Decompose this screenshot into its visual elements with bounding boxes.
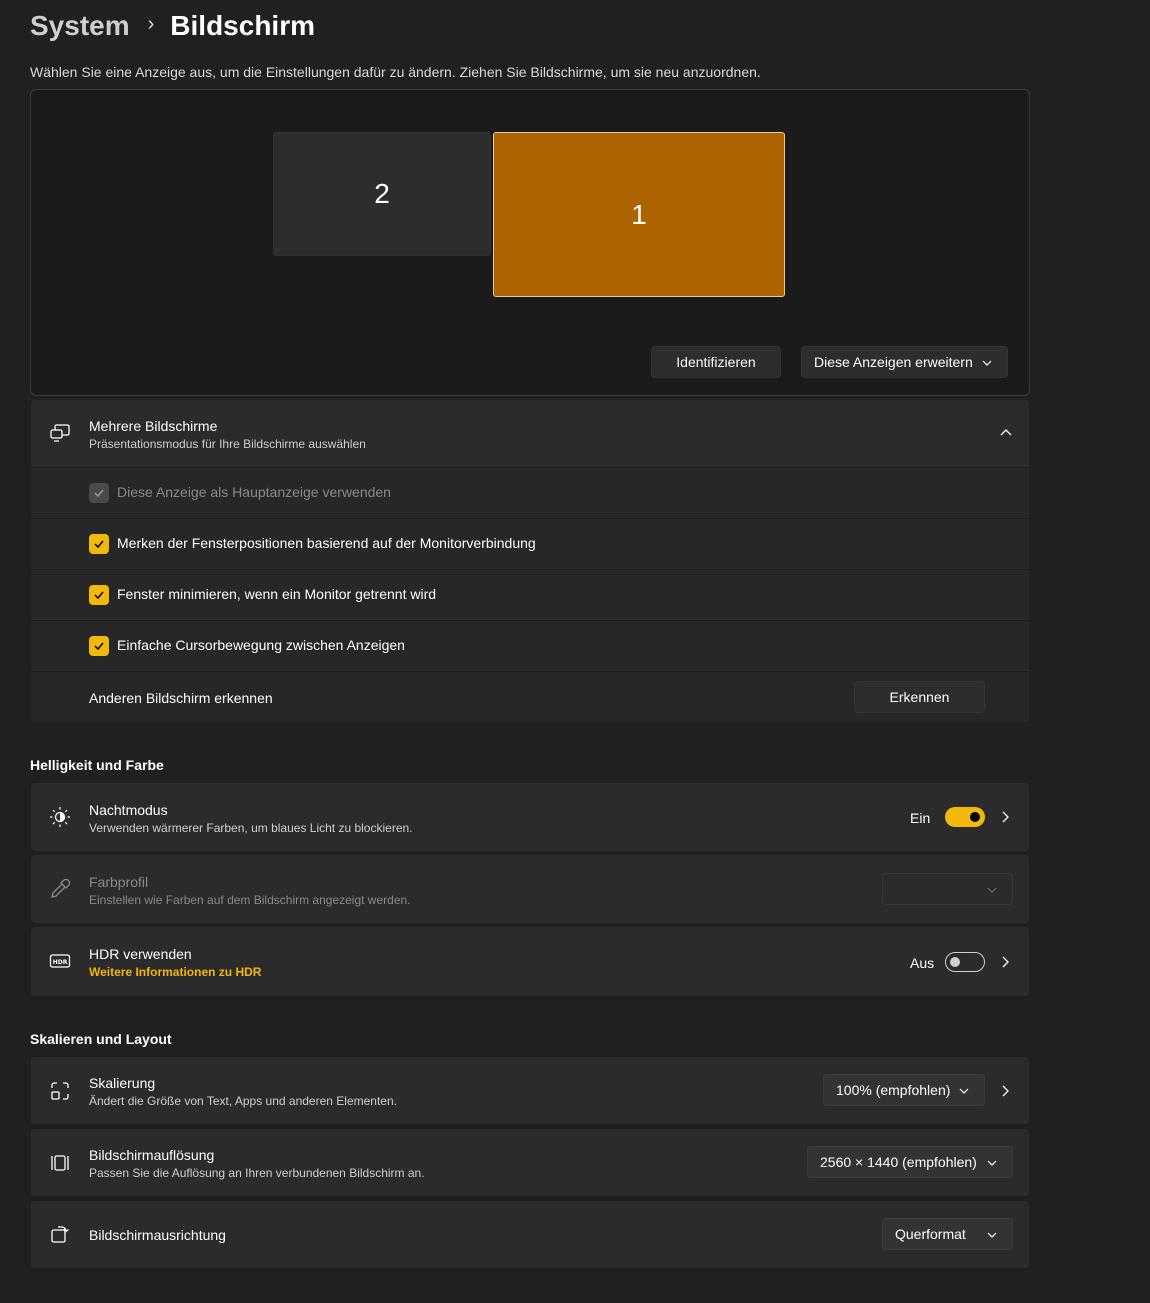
option-cursor-movement: Einfache Cursorbewegung zwischen Anzeige…	[31, 620, 1029, 670]
chevron-down-icon	[959, 1088, 969, 1094]
scaling-icon	[49, 1080, 71, 1102]
orientation-card: Bildschirmausrichtung Querformat	[31, 1201, 1029, 1268]
hdr-card[interactable]: HDR HDR verwenden Weitere Informationen …	[31, 927, 1029, 996]
detect-display-label: Anderen Bildschirm erkennen	[89, 690, 273, 706]
hdr-icon: HDR	[49, 950, 71, 972]
option-remember-window-positions: Merken der Fensterpositionen basierend a…	[31, 518, 1029, 568]
scaling-dropdown[interactable]: 100% (empfohlen)	[823, 1074, 985, 1106]
resolution-icon	[49, 1152, 71, 1174]
checkmark-icon	[94, 489, 104, 498]
chevron-right-icon[interactable]	[999, 1083, 1011, 1099]
main-display-label: Diese Anzeige als Hauptanzeige verwenden	[117, 484, 391, 500]
option-detect-display: Anderen Bildschirm erkennen Erkennen	[31, 671, 1029, 722]
hdr-toggle[interactable]	[945, 952, 985, 972]
checkmark-icon	[94, 591, 104, 600]
night-mode-title: Nachtmodus	[89, 802, 168, 818]
svg-text:HDR: HDR	[53, 959, 68, 966]
display-arrangement-panel: 2 1 Identifizieren Diese Anzeigen erweit…	[30, 89, 1030, 396]
minimize-windows-label[interactable]: Fenster minimieren, wenn ein Monitor get…	[117, 586, 436, 602]
multiple-displays-title: Mehrere Bildschirme	[89, 418, 218, 434]
resolution-subtitle: Passen Sie die Auflösung an Ihren verbun…	[89, 1166, 425, 1180]
multiple-monitors-icon	[49, 422, 71, 444]
breadcrumb: System › Bildschirm	[30, 6, 315, 46]
night-mode-state-label: Ein	[910, 810, 931, 826]
color-profile-title: Farbprofil	[89, 874, 149, 890]
breadcrumb-system[interactable]: System	[30, 10, 130, 42]
orientation-icon	[49, 1224, 71, 1246]
toggle-knob	[950, 957, 960, 967]
chevron-down-icon	[982, 360, 992, 366]
night-mode-toggle[interactable]	[945, 807, 985, 827]
identify-button[interactable]: Identifizieren	[651, 346, 781, 378]
option-main-display: Diese Anzeige als Hauptanzeige verwenden	[31, 467, 1029, 517]
scaling-title: Skalierung	[89, 1075, 156, 1091]
arrangement-instruction: Wählen Sie eine Anzeige aus, um die Eins…	[30, 64, 761, 80]
toggle-knob	[970, 812, 980, 822]
color-profile-dropdown	[882, 873, 1013, 905]
chevron-down-icon	[987, 1160, 997, 1166]
brightness-color-heading: Helligkeit und Farbe	[30, 757, 164, 773]
scale-layout-heading: Skalieren und Layout	[30, 1031, 172, 1047]
scaling-subtitle: Ändert die Größe von Text, Apps und ande…	[89, 1094, 397, 1108]
chevron-down-icon	[987, 887, 997, 893]
orientation-value: Querformat	[895, 1226, 966, 1242]
resolution-card: Bildschirmauflösung Passen Sie die Auflö…	[31, 1129, 1029, 1196]
settings-page: System › Bildschirm Wählen Sie eine Anze…	[0, 0, 1150, 1303]
remember-window-positions-label[interactable]: Merken der Fensterpositionen basierend a…	[117, 535, 536, 551]
main-display-checkbox	[89, 483, 109, 503]
chevron-right-icon[interactable]	[999, 954, 1011, 970]
night-mode-icon	[49, 806, 71, 828]
monitor-1-tile[interactable]: 1	[493, 132, 785, 297]
hdr-state-label: Aus	[910, 955, 935, 971]
scaling-value: 100% (empfohlen)	[836, 1082, 951, 1098]
display-mode-dropdown[interactable]: Diese Anzeigen erweitern	[801, 346, 1008, 378]
orientation-dropdown[interactable]: Querformat	[882, 1218, 1013, 1250]
chevron-right-icon[interactable]	[999, 809, 1011, 825]
monitor-2-tile[interactable]: 2	[273, 132, 491, 256]
checkmark-icon	[94, 540, 104, 549]
remember-window-positions-checkbox[interactable]	[89, 534, 109, 554]
multiple-displays-subtitle: Präsentationsmodus für Ihre Bildschirme …	[89, 437, 366, 451]
breadcrumb-separator-icon: ›	[147, 12, 155, 35]
page-title: Bildschirm	[170, 10, 315, 41]
resolution-title: Bildschirmauflösung	[89, 1147, 215, 1163]
hdr-info-link[interactable]: Weitere Informationen zu HDR	[89, 965, 261, 979]
option-minimize-windows: Fenster minimieren, wenn ein Monitor get…	[31, 569, 1029, 619]
multiple-displays-header[interactable]: Mehrere Bildschirme Präsentationsmodus f…	[31, 400, 1029, 467]
eyedropper-icon	[49, 878, 71, 900]
cursor-movement-checkbox[interactable]	[89, 636, 109, 656]
display-mode-value: Diese Anzeigen erweitern	[814, 354, 973, 370]
color-profile-card: Farbprofil Einstellen wie Farben auf dem…	[31, 855, 1029, 923]
color-profile-subtitle: Einstellen wie Farben auf dem Bildschirm…	[89, 893, 411, 907]
hdr-title: HDR verwenden	[89, 946, 192, 962]
resolution-value: 2560 × 1440 (empfohlen)	[820, 1154, 977, 1170]
minimize-windows-checkbox[interactable]	[89, 585, 109, 605]
checkmark-icon	[94, 642, 104, 651]
cursor-movement-label[interactable]: Einfache Cursorbewegung zwischen Anzeige…	[117, 637, 405, 653]
orientation-title: Bildschirmausrichtung	[89, 1227, 226, 1243]
multiple-displays-group: Mehrere Bildschirme Präsentationsmodus f…	[31, 400, 1029, 722]
scaling-card[interactable]: Skalierung Ändert die Größe von Text, Ap…	[31, 1057, 1029, 1124]
detect-button[interactable]: Erkennen	[854, 681, 985, 713]
chevron-up-icon[interactable]	[999, 426, 1013, 440]
night-mode-card[interactable]: Nachtmodus Verwenden wärmerer Farben, um…	[31, 783, 1029, 851]
chevron-down-icon	[987, 1232, 997, 1238]
night-mode-subtitle: Verwenden wärmerer Farben, um blaues Lic…	[89, 821, 413, 835]
resolution-dropdown[interactable]: 2560 × 1440 (empfohlen)	[807, 1146, 1013, 1178]
